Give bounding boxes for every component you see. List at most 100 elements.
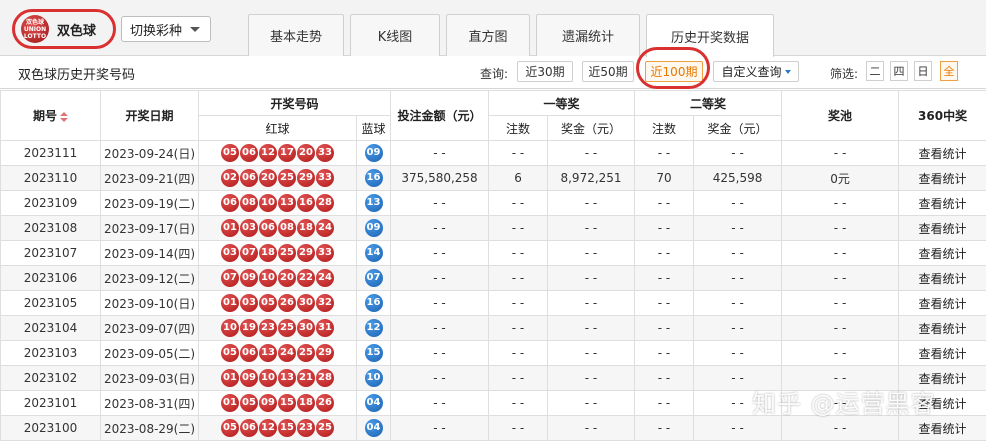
red-balls-cell: 01 05 09 15 18 26 <box>198 390 357 416</box>
bet-amount-cell: - - <box>390 340 490 366</box>
filter-thursday[interactable]: 四 <box>890 61 908 81</box>
red-ball: 06 <box>259 219 277 237</box>
pool-cell: - - <box>781 140 900 166</box>
view-stats-link[interactable]: 查看统计 <box>898 340 986 366</box>
view-stats-link[interactable]: 查看统计 <box>898 215 986 241</box>
bet-amount-cell: - - <box>390 190 490 216</box>
first-count-cell: - - <box>488 365 549 391</box>
bet-amount-cell: - - <box>390 240 490 266</box>
last-30-button[interactable]: 近30期 <box>517 61 573 82</box>
second-prize-cell: 425,598 <box>693 165 783 191</box>
header-bet-amount: 投注金额（元） <box>390 90 490 141</box>
header-numbers: 开奖号码 <box>197 90 392 116</box>
view-stats-link[interactable]: 查看统计 <box>898 265 986 291</box>
red-ball: 25 <box>278 169 296 187</box>
second-prize-cell: - - <box>693 340 783 366</box>
red-ball: 29 <box>297 244 315 262</box>
red-ball: 15 <box>278 419 296 437</box>
red-ball: 20 <box>259 169 277 187</box>
filter-sunday[interactable]: 日 <box>914 61 932 81</box>
red-ball: 05 <box>221 144 239 162</box>
filter-tuesday[interactable]: 二 <box>866 61 884 81</box>
custom-query-dropdown[interactable]: 自定义查询 <box>713 61 799 82</box>
issue-cell: 2023106 <box>0 265 101 291</box>
last-50-button[interactable]: 近50期 <box>582 61 634 82</box>
red-ball: 18 <box>259 244 277 262</box>
blue-ball: 16 <box>364 294 383 312</box>
lottery-brand[interactable]: 双色球 UNION LOTTO 双色球 <box>12 9 116 49</box>
switch-lottery-dropdown[interactable]: 切换彩种 <box>121 16 211 42</box>
red-ball: 06 <box>240 169 258 187</box>
first-count-cell: - - <box>488 140 549 166</box>
header-second-prize-amount: 奖金（元） <box>693 115 783 141</box>
view-stats-link[interactable]: 查看统计 <box>898 190 986 216</box>
bet-amount-cell: - - <box>390 215 490 241</box>
first-prize-cell: - - <box>547 290 636 316</box>
blue-ball: 14 <box>364 244 383 262</box>
first-count-cell: - - <box>488 215 549 241</box>
red-ball: 01 <box>221 294 239 312</box>
red-ball: 13 <box>278 369 296 387</box>
tab-basic-trend[interactable]: 基本走势 <box>248 14 344 56</box>
red-ball: 29 <box>316 344 334 362</box>
red-ball: 02 <box>221 169 239 187</box>
blue-ball: 04 <box>364 419 383 437</box>
red-ball: 33 <box>316 144 334 162</box>
red-ball: 28 <box>316 369 334 387</box>
red-balls-cell: 05 06 12 17 20 33 <box>198 140 357 166</box>
second-prize-cell: - - <box>693 190 783 216</box>
filter-all[interactable]: 全 <box>940 61 958 81</box>
first-count-cell: - - <box>488 390 549 416</box>
tab-k-line[interactable]: K线图 <box>350 14 440 56</box>
red-balls-cell: 02 06 20 25 29 33 <box>198 165 357 191</box>
tab-label: 基本走势 <box>269 30 322 45</box>
blue-ball: 13 <box>364 194 383 212</box>
logo-text: 双色球 UNION LOTTO <box>23 18 47 40</box>
second-prize-cell: - - <box>693 240 783 266</box>
red-ball: 01 <box>221 369 239 387</box>
red-balls-cell: 10 19 23 25 30 31 <box>198 315 357 341</box>
first-prize-cell: - - <box>547 365 636 391</box>
view-stats-link[interactable]: 查看统计 <box>898 140 986 166</box>
blue-ball-cell: 04 <box>355 390 392 416</box>
header-blue: 蓝球 <box>355 115 392 141</box>
tab-label: 遗漏统计 <box>561 30 614 45</box>
red-balls-cell: 01 03 05 26 30 32 <box>198 290 357 316</box>
red-ball: 01 <box>221 394 239 412</box>
first-prize-cell: - - <box>547 265 636 291</box>
pool-cell: - - <box>781 315 900 341</box>
issue-cell: 2023107 <box>0 240 101 266</box>
header-issue[interactable]: 期号 <box>0 90 101 141</box>
filter-text: 二 <box>869 65 881 78</box>
view-stats-link[interactable]: 查看统计 <box>898 165 986 191</box>
red-ball: 29 <box>297 169 315 187</box>
sort-icon[interactable] <box>60 111 68 122</box>
red-ball: 24 <box>278 344 296 362</box>
tab-histogram[interactable]: 直方图 <box>446 14 530 56</box>
tab-missing-stats[interactable]: 遗漏统计 <box>536 14 640 56</box>
first-count-cell: - - <box>488 265 549 291</box>
top-bar: 双色球 UNION LOTTO 双色球 切换彩种 基本走势 K线图 直方图 遗漏… <box>0 0 986 57</box>
issue-cell: 2023109 <box>0 190 101 216</box>
red-balls-cell: 05 06 12 15 23 25 <box>198 415 357 441</box>
pool-cell: - - <box>781 290 900 316</box>
header-stats: 360中奖 <box>898 90 986 141</box>
red-ball: 15 <box>278 394 296 412</box>
red-ball: 18 <box>297 394 315 412</box>
lottery-logo-icon: 双色球 UNION LOTTO <box>21 15 49 43</box>
view-stats-link[interactable]: 查看统计 <box>898 415 986 441</box>
view-stats-link[interactable]: 查看统计 <box>898 290 986 316</box>
view-stats-link[interactable]: 查看统计 <box>898 315 986 341</box>
red-ball: 20 <box>278 269 296 287</box>
view-stats-link[interactable]: 查看统计 <box>898 240 986 266</box>
second-prize-cell: - - <box>693 215 783 241</box>
date-cell: 2023-09-19(二) <box>100 190 199 216</box>
first-prize-cell: - - <box>547 415 636 441</box>
red-balls-cell: 01 03 06 08 18 24 <box>198 215 357 241</box>
date-cell: 2023-09-12(二) <box>100 265 199 291</box>
blue-ball: 12 <box>364 319 383 337</box>
second-count-cell: - - <box>634 340 695 366</box>
header-second-prize: 二等奖 <box>634 90 783 116</box>
red-ball: 25 <box>297 344 315 362</box>
red-ball: 30 <box>297 319 315 337</box>
